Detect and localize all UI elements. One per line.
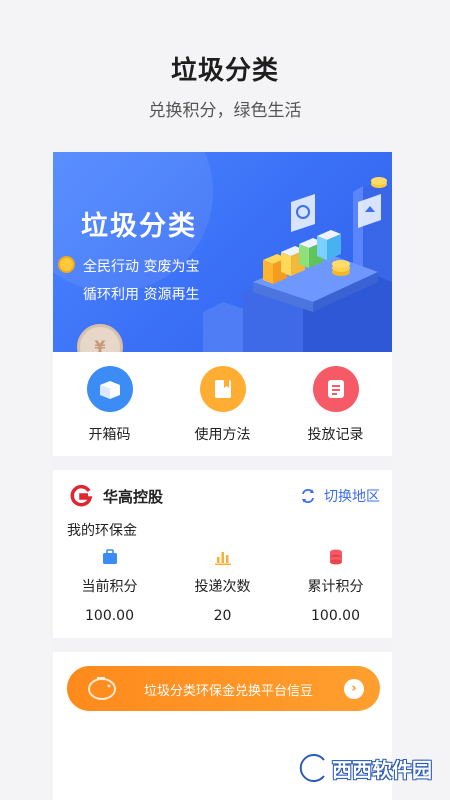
yuan-coin-icon: ¥ xyxy=(77,324,123,352)
company-logo-icon xyxy=(70,484,93,507)
stat-label: 累计积分 xyxy=(307,579,364,595)
swap-icon xyxy=(302,489,314,503)
wallet-icon xyxy=(102,549,117,564)
stat-delivery-count: 投递次数 20 xyxy=(166,548,279,624)
book-icon xyxy=(199,366,246,412)
exchange-label: 垃圾分类环保金兑换平台信豆 xyxy=(143,684,313,699)
quick-actions: 开箱码 使用方法 投放记录 xyxy=(53,352,392,456)
banner-slogan-1: 全民行动 变废为宝 xyxy=(83,259,200,275)
record-icon xyxy=(312,366,359,412)
usage-guide-label: 使用方法 xyxy=(194,427,251,443)
stats-row: 当前积分 100.00 投递次数 20 累计积分 100.00 xyxy=(53,548,392,624)
box-icon xyxy=(86,366,133,412)
promo-title: 垃圾分类 xyxy=(170,56,279,86)
coin-stack-icon xyxy=(329,549,342,565)
stat-value: 20 xyxy=(213,608,232,624)
stat-value: 100.00 xyxy=(311,608,360,624)
stat-current-points: 当前积分 100.00 xyxy=(53,548,166,624)
banner-title: 垃圾分类 xyxy=(81,211,197,242)
drop-record-label: 投放记录 xyxy=(307,427,364,443)
stat-total-points: 累计积分 100.00 xyxy=(279,548,392,624)
exchange-button[interactable]: 垃圾分类环保金兑换平台信豆 › xyxy=(67,666,380,711)
coin-icon xyxy=(58,256,75,273)
chevron-right-icon: › xyxy=(344,679,364,699)
drop-record-button[interactable]: 投放记录 xyxy=(279,352,392,456)
switch-region-button[interactable]: 切换地区 xyxy=(300,486,380,506)
watermark: 西西软件园 xyxy=(296,750,432,786)
open-box-code-label: 开箱码 xyxy=(88,427,131,443)
watermark-logo-icon xyxy=(298,752,326,784)
banner-slogan-2: 循环利用 资源再生 xyxy=(83,287,200,303)
bar-chart-icon xyxy=(214,552,231,565)
stat-label: 投递次数 xyxy=(194,579,251,595)
promo-subtitle: 兑换积分，绿色生活 xyxy=(148,101,302,121)
company-name: 华高控股 xyxy=(103,488,164,506)
wallet-title: 我的环保金 xyxy=(67,523,137,539)
company-card: 华高控股 切换地区 我的环保金 当前积分 100.00 投递次数 20 累计积分… xyxy=(53,470,392,638)
usage-guide-button[interactable]: 使用方法 xyxy=(166,352,279,456)
recycling-bins-illustration xyxy=(203,177,392,352)
stat-label: 当前积分 xyxy=(81,579,138,595)
stat-value: 100.00 xyxy=(85,608,134,624)
switch-region-label: 切换地区 xyxy=(324,489,380,505)
hero-banner[interactable]: 垃圾分类 全民行动 变废为宝 循环利用 资源再生 ¥ xyxy=(53,152,392,352)
app-screen: 垃圾分类 全民行动 变废为宝 循环利用 资源再生 ¥ 开箱码 使用方法 投放记录… xyxy=(53,152,392,800)
watermark-text: 西西软件园 xyxy=(332,757,432,782)
open-box-code-button[interactable]: 开箱码 xyxy=(53,352,166,456)
